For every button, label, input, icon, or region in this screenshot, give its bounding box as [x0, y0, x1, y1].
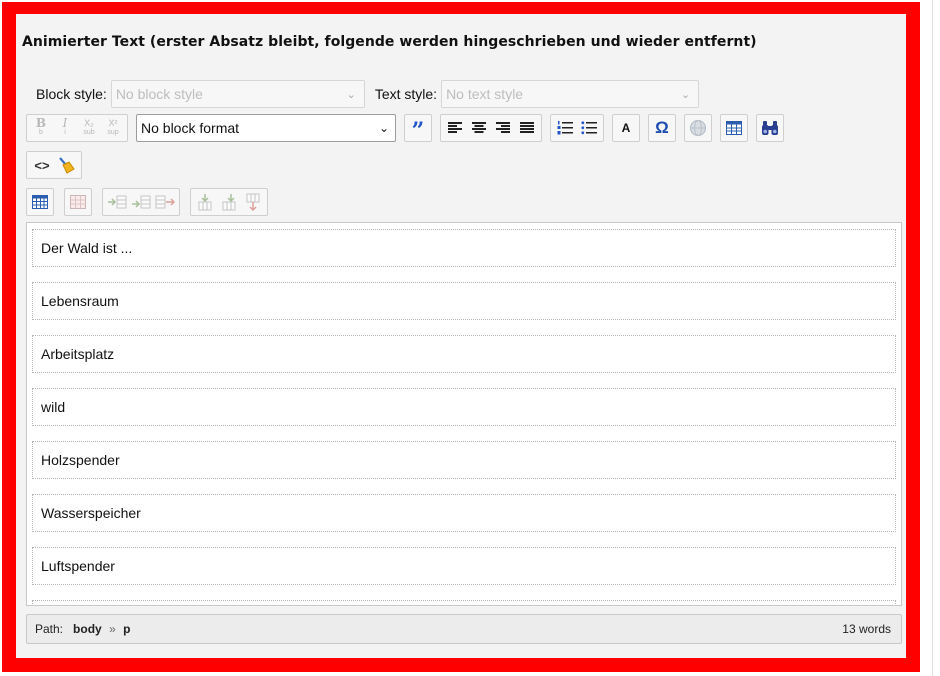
- insert-column-after-button[interactable]: [217, 190, 241, 214]
- binoculars-icon: [762, 121, 778, 135]
- text-format-group: B b I i X₂ sub X² sup: [26, 114, 128, 142]
- subscript-button[interactable]: X₂ sub: [77, 116, 101, 140]
- align-center-button[interactable]: [467, 116, 491, 140]
- paragraph[interactable]: wild: [32, 388, 896, 426]
- page-edge-line: [932, 0, 933, 676]
- unordered-list-button[interactable]: [577, 116, 601, 140]
- row-tools-group: [102, 188, 180, 216]
- block-style-value: No block style: [115, 86, 203, 102]
- ordered-list-icon: [557, 121, 573, 135]
- toolbar-row-2: <>: [26, 151, 90, 179]
- editor-statusbar: Path: body » p 13 words: [26, 614, 902, 644]
- insert-column-before-button[interactable]: [193, 190, 217, 214]
- toolbar-row-3: [26, 188, 276, 216]
- table-icon: [726, 121, 742, 135]
- text-color-icon: A: [621, 121, 631, 135]
- align-right-icon: [496, 122, 510, 133]
- row-properties-button[interactable]: [64, 188, 92, 216]
- content-element-frame: Animierter Text (erster Absatz bleibt, f…: [2, 2, 920, 672]
- text-style-select[interactable]: No text style ⌄: [441, 80, 700, 108]
- word-count: 13 words: [842, 622, 891, 636]
- clean-formatting-button[interactable]: [54, 153, 78, 177]
- paragraph[interactable]: Wasserspeicher: [32, 494, 896, 532]
- paragraph[interactable]: Holzspender: [32, 441, 896, 479]
- blockquote-button[interactable]: ”: [404, 114, 432, 142]
- column-insert-after-icon: [222, 194, 236, 211]
- column-insert-before-icon: [198, 194, 212, 211]
- block-format-value: No block format: [141, 120, 240, 136]
- path-item-body[interactable]: body: [73, 622, 102, 636]
- text-style-value: No text style: [446, 86, 524, 102]
- source-clean-group: <>: [26, 151, 82, 179]
- block-format-select[interactable]: No block format ⌄: [136, 114, 396, 142]
- insert-row-before-button[interactable]: [105, 190, 129, 214]
- column-delete-icon: [246, 193, 260, 211]
- chevron-down-icon: ⌄: [680, 88, 691, 101]
- row-delete-icon: [155, 195, 175, 209]
- table-properties-button[interactable]: [26, 188, 54, 216]
- path-item-p[interactable]: p: [123, 622, 130, 636]
- text-style-label: Text style:: [374, 86, 438, 102]
- insert-table-button[interactable]: [720, 114, 748, 142]
- chevron-down-icon: ⌄: [346, 88, 356, 101]
- broom-icon: [59, 157, 75, 174]
- row-properties-icon: [70, 195, 86, 209]
- bold-button[interactable]: B b: [29, 116, 53, 140]
- find-replace-button[interactable]: [756, 114, 784, 142]
- quote-icon: ”: [411, 118, 425, 144]
- special-character-button[interactable]: Ω: [648, 114, 676, 142]
- align-justify-icon: [520, 122, 534, 133]
- paragraph[interactable]: Luftspender: [32, 547, 896, 585]
- element-path: Path: body » p: [35, 622, 130, 636]
- list-group: [550, 114, 604, 142]
- paragraph[interactable]: Der Wald ist ...: [32, 229, 896, 267]
- unordered-list-icon: [581, 121, 597, 135]
- rich-text-editor[interactable]: Der Wald ist ... Lebensraum Arbeitsplatz…: [26, 222, 902, 606]
- align-justify-button[interactable]: [515, 116, 539, 140]
- insert-row-after-button[interactable]: [129, 190, 153, 214]
- row-insert-after-icon: [132, 195, 151, 209]
- paragraph[interactable]: Lebensraum: [32, 282, 896, 320]
- source-code-button[interactable]: <>: [30, 153, 54, 177]
- insert-link-button[interactable]: [684, 114, 712, 142]
- block-style-label: Block style:: [36, 86, 107, 102]
- align-right-button[interactable]: [491, 116, 515, 140]
- align-left-icon: [448, 122, 462, 133]
- row-insert-before-icon: [108, 195, 127, 209]
- globe-link-icon: [690, 120, 706, 136]
- style-selector-row: Block style: No block style ⌄ Text style…: [36, 80, 700, 108]
- superscript-button[interactable]: X² sup: [101, 116, 125, 140]
- column-tools-group: [190, 188, 268, 216]
- align-center-icon: [472, 122, 486, 133]
- field-title: Animierter Text (erster Absatz bleibt, f…: [22, 34, 757, 50]
- block-style-select[interactable]: No block style ⌄: [110, 80, 365, 108]
- paragraph[interactable]: Arbeitsplatz: [32, 335, 896, 373]
- path-separator: »: [109, 622, 116, 636]
- toolbar-row-1: B b I i X₂ sub X² sup No block format ⌄ …: [26, 114, 792, 142]
- ordered-list-button[interactable]: [553, 116, 577, 140]
- text-color-button[interactable]: A: [612, 114, 640, 142]
- italic-button[interactable]: I i: [53, 116, 77, 140]
- delete-row-button[interactable]: [153, 190, 177, 214]
- align-left-button[interactable]: [443, 116, 467, 140]
- omega-icon: Ω: [655, 118, 669, 137]
- path-label: Path:: [35, 622, 64, 636]
- paragraph[interactable]: [32, 600, 896, 605]
- chevron-down-icon: ⌄: [378, 121, 389, 135]
- delete-column-button[interactable]: [241, 190, 265, 214]
- code-icon: <>: [34, 157, 50, 173]
- alignment-group: [440, 114, 542, 142]
- table-properties-icon: [32, 195, 48, 209]
